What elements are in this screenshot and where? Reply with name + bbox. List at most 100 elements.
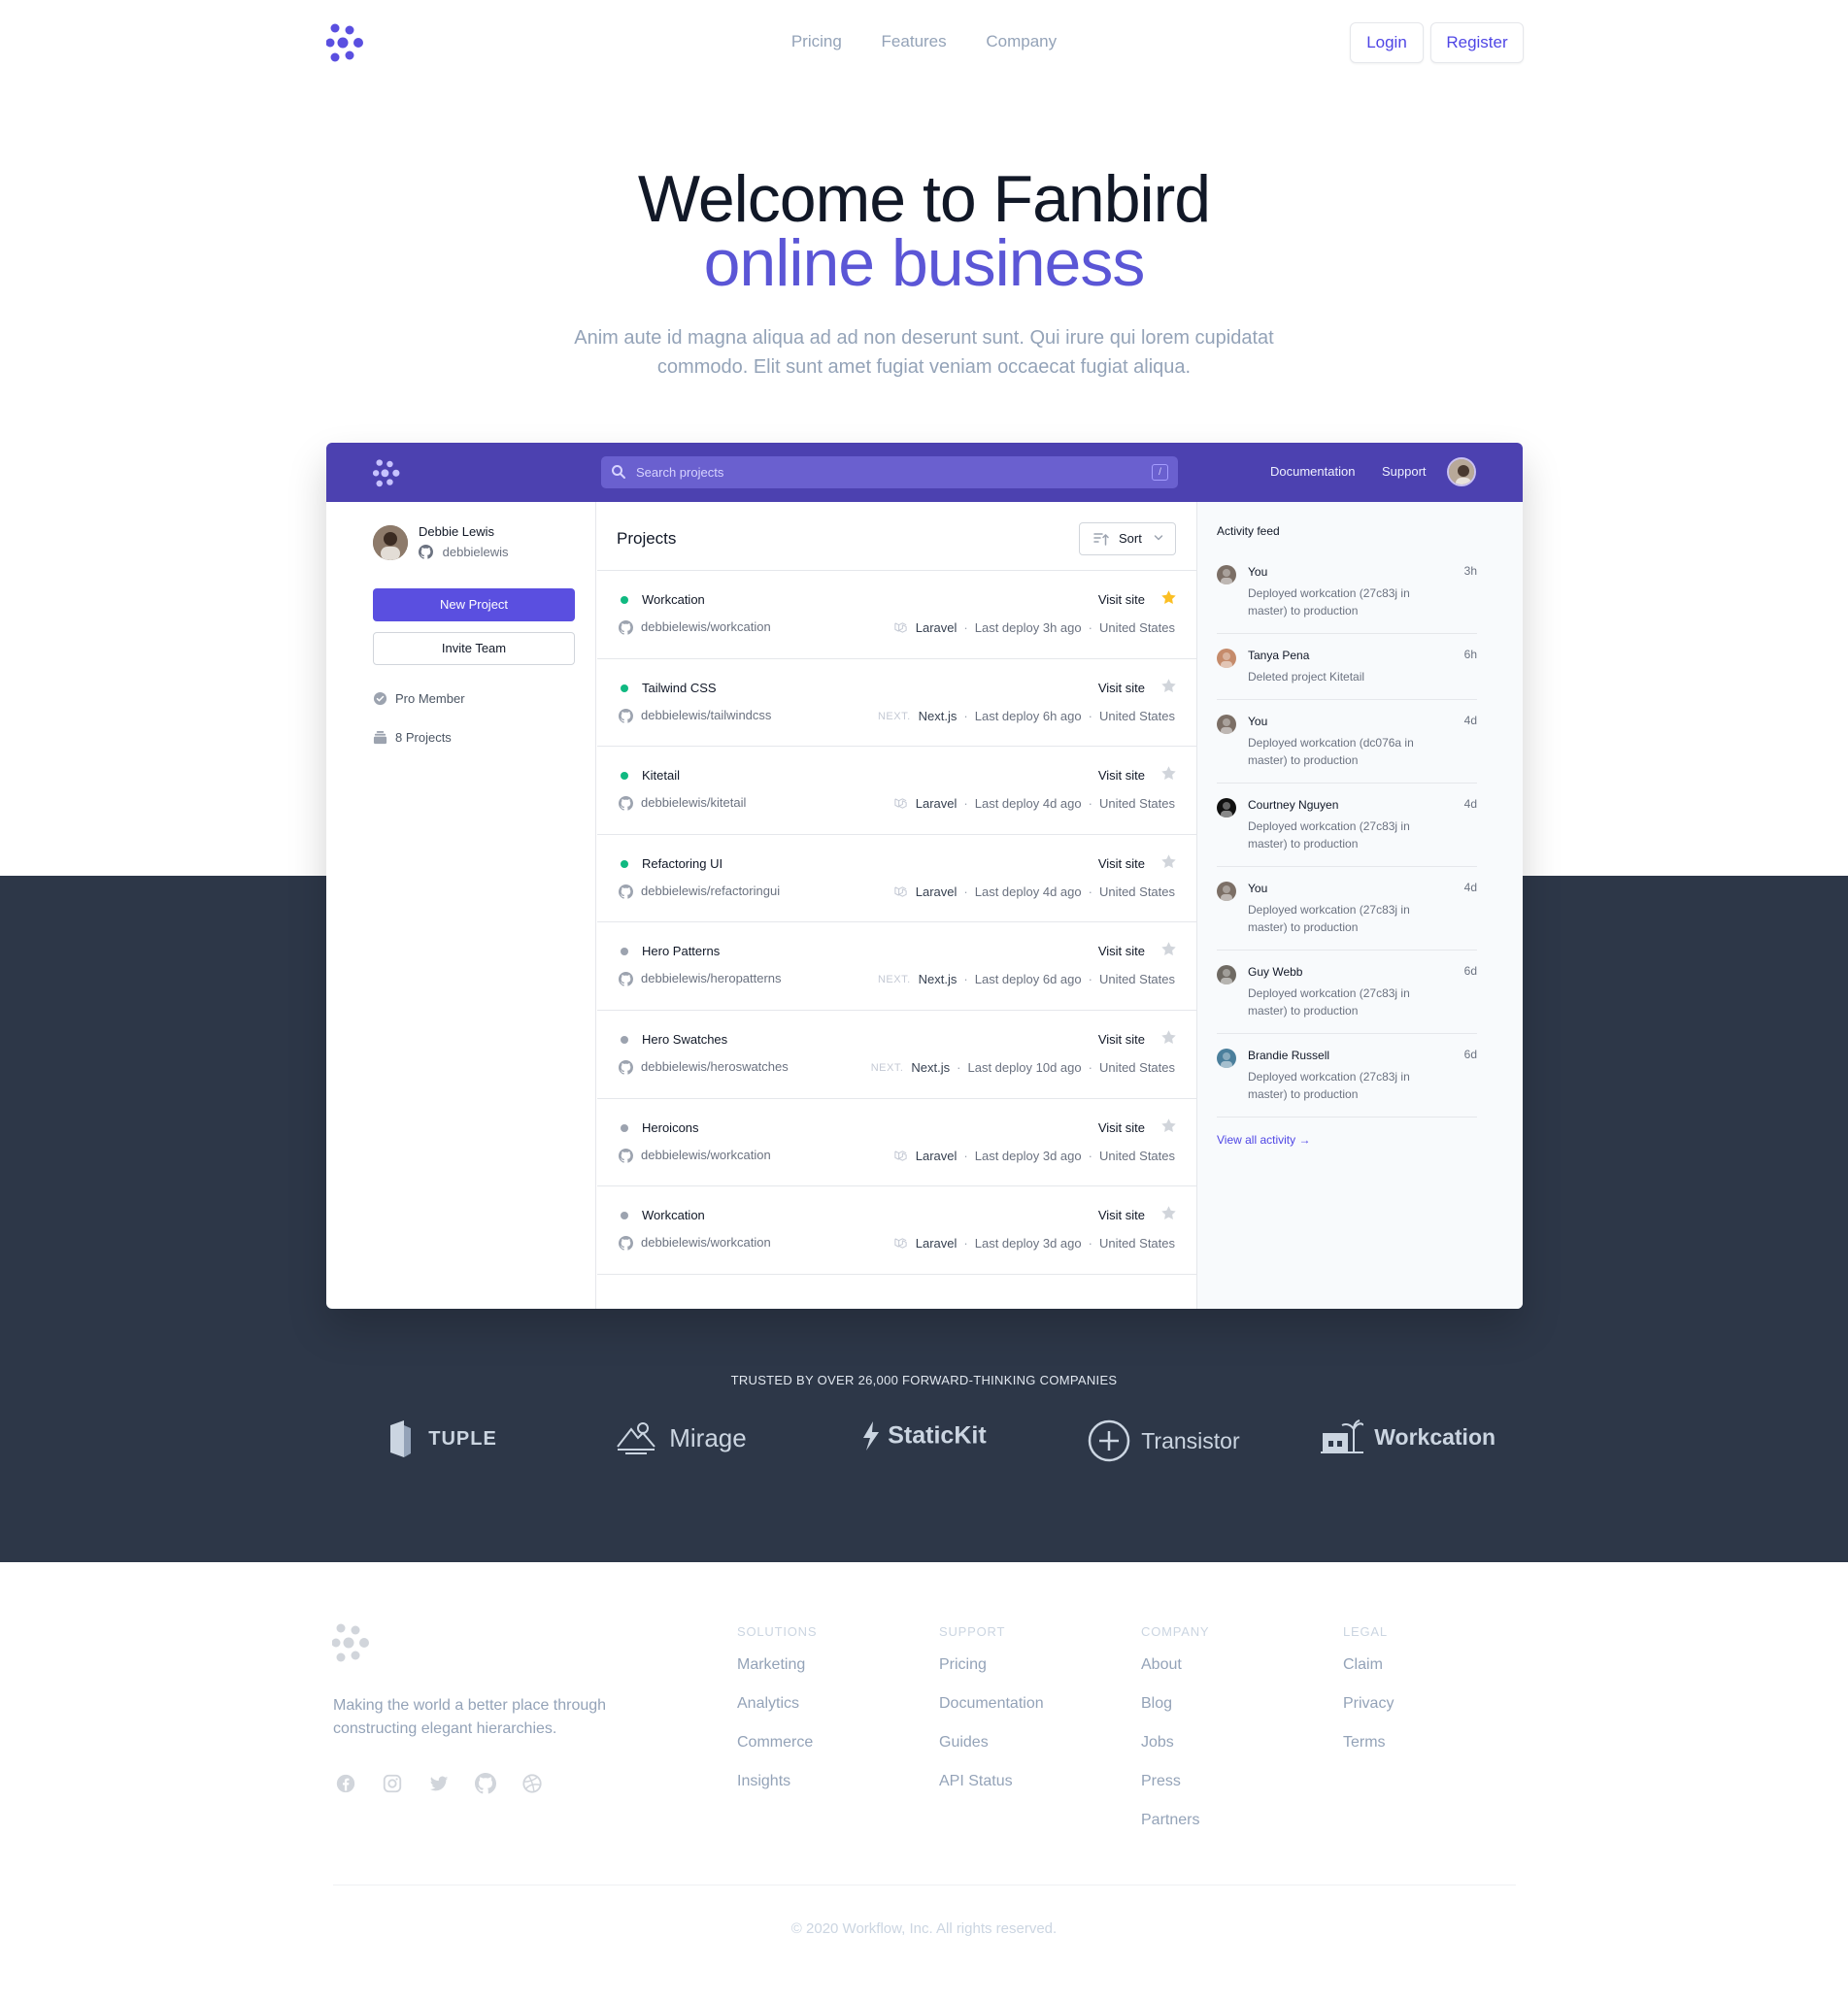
search-input[interactable]: Search projects / bbox=[601, 456, 1178, 488]
project-row[interactable]: Refactoring UI Visit site debbielewis/re… bbox=[597, 835, 1196, 923]
project-name[interactable]: Refactoring UI bbox=[642, 856, 722, 871]
footer-link[interactable]: Documentation bbox=[939, 1695, 1044, 1734]
nav-link-company[interactable]: Company bbox=[986, 32, 1057, 51]
star-icon[interactable] bbox=[1160, 853, 1177, 870]
project-name[interactable]: Heroicons bbox=[642, 1120, 699, 1135]
project-framework: Laravel bbox=[915, 620, 958, 635]
nav-link-features[interactable]: Features bbox=[882, 32, 947, 51]
sort-button[interactable]: Sort bbox=[1079, 522, 1176, 555]
project-row[interactable]: Workcation Visit site debbielewis/workca… bbox=[597, 571, 1196, 659]
project-name[interactable]: Kitetail bbox=[642, 768, 680, 783]
project-name[interactable]: Hero Patterns bbox=[642, 944, 720, 958]
dribbble-icon[interactable] bbox=[521, 1773, 543, 1794]
meta-separator: · bbox=[963, 1236, 968, 1251]
avatar-photo-icon bbox=[1449, 459, 1474, 484]
footer-link[interactable]: Blog bbox=[1141, 1695, 1209, 1734]
facebook-icon[interactable] bbox=[335, 1773, 356, 1794]
project-repo[interactable]: debbielewis/heroswatches bbox=[619, 1059, 789, 1075]
project-row[interactable]: Tailwind CSS Visit site debbielewis/tail… bbox=[597, 659, 1196, 748]
project-repo[interactable]: debbielewis/heropatterns bbox=[619, 971, 782, 987]
github-icon[interactable] bbox=[475, 1773, 496, 1794]
logo-tuple-text: TUPLE bbox=[428, 1427, 497, 1450]
project-repo[interactable]: debbielewis/kitetail bbox=[619, 795, 746, 811]
star-icon[interactable] bbox=[1160, 1205, 1177, 1221]
project-framework: Next.js bbox=[911, 1059, 951, 1075]
star-icon[interactable] bbox=[1160, 765, 1177, 782]
activity-user: Tanya Pena bbox=[1248, 649, 1310, 662]
app-logo-icon[interactable] bbox=[373, 459, 404, 488]
login-button[interactable]: Login bbox=[1350, 22, 1424, 63]
star-icon[interactable] bbox=[1160, 1029, 1177, 1046]
invite-team-button[interactable]: Invite Team bbox=[373, 632, 575, 665]
project-row[interactable]: Hero Swatches Visit site debbielewis/her… bbox=[597, 1011, 1196, 1099]
star-icon[interactable] bbox=[1160, 589, 1177, 606]
twitter-icon[interactable] bbox=[428, 1773, 450, 1794]
footer-link[interactable]: API Status bbox=[939, 1773, 1044, 1812]
star-icon[interactable] bbox=[1160, 1118, 1177, 1134]
footer-link[interactable]: Pricing bbox=[939, 1656, 1044, 1695]
nav-link-pricing[interactable]: Pricing bbox=[791, 32, 842, 51]
activity-item: You 3h Deployed workcation (27c83j in ma… bbox=[1217, 551, 1477, 634]
project-meta: Laravel · Last deploy 3d ago · United States bbox=[893, 1149, 1175, 1163]
project-row[interactable]: Heroicons Visit site debbielewis/workcat… bbox=[597, 1099, 1196, 1187]
footer-link[interactable]: Insights bbox=[737, 1773, 817, 1812]
visit-site-link[interactable]: Visit site bbox=[1098, 1208, 1145, 1222]
footer-link[interactable]: Analytics bbox=[737, 1695, 817, 1734]
project-name[interactable]: Workcation bbox=[642, 1208, 705, 1222]
visit-site-link[interactable]: Visit site bbox=[1098, 944, 1145, 958]
star-icon[interactable] bbox=[1160, 678, 1177, 694]
footer-link[interactable]: Terms bbox=[1343, 1734, 1394, 1773]
visit-site-link[interactable]: Visit site bbox=[1098, 768, 1145, 783]
project-name[interactable]: Hero Swatches bbox=[642, 1032, 727, 1047]
user-handle[interactable]: debbielewis bbox=[419, 545, 509, 559]
user-avatar[interactable] bbox=[373, 525, 408, 560]
view-all-activity-link[interactable]: View all activity → bbox=[1217, 1133, 1310, 1147]
top-navigation: Pricing Features Company Login Register bbox=[0, 0, 1848, 87]
project-repo[interactable]: debbielewis/workcation bbox=[619, 1148, 771, 1163]
activity-text: Deployed workcation (27c83j in master) t… bbox=[1248, 1070, 1410, 1101]
instagram-icon[interactable] bbox=[382, 1773, 403, 1794]
project-repo[interactable]: debbielewis/workcation bbox=[619, 1235, 771, 1251]
footer-link[interactable]: Jobs bbox=[1141, 1734, 1209, 1773]
project-repo-text: debbielewis/workcation bbox=[641, 619, 771, 634]
activity-feed-title: Activity feed bbox=[1217, 524, 1280, 538]
github-icon bbox=[619, 972, 633, 987]
project-repo[interactable]: debbielewis/tailwindcss bbox=[619, 708, 771, 723]
visit-site-link[interactable]: Visit site bbox=[1098, 856, 1145, 871]
footer-link[interactable]: Partners bbox=[1141, 1812, 1209, 1851]
footer-logo-icon[interactable] bbox=[332, 1623, 375, 1664]
project-last-deploy: Last deploy 6d ago bbox=[974, 972, 1082, 987]
visit-site-link[interactable]: Visit site bbox=[1098, 592, 1145, 607]
laravel-icon bbox=[894, 1150, 907, 1161]
avatar-photo-icon bbox=[1217, 882, 1236, 901]
project-framework: Next.js bbox=[918, 972, 958, 987]
project-repo[interactable]: debbielewis/workcation bbox=[619, 619, 771, 635]
project-repo[interactable]: debbielewis/refactoringui bbox=[619, 884, 780, 899]
footer-link[interactable]: Press bbox=[1141, 1773, 1209, 1812]
visit-site-link[interactable]: Visit site bbox=[1098, 1120, 1145, 1135]
new-project-button[interactable]: New Project bbox=[373, 588, 575, 621]
star-icon[interactable] bbox=[1160, 941, 1177, 957]
project-name[interactable]: Tailwind CSS bbox=[642, 681, 717, 695]
documentation-link[interactable]: Documentation bbox=[1270, 464, 1355, 479]
header-avatar[interactable] bbox=[1447, 457, 1476, 486]
project-name[interactable]: Workcation bbox=[642, 592, 705, 607]
project-row[interactable]: Hero Patterns Visit site debbielewis/her… bbox=[597, 922, 1196, 1011]
footer-link[interactable]: Marketing bbox=[737, 1656, 817, 1695]
support-link[interactable]: Support bbox=[1382, 464, 1427, 479]
project-row[interactable]: Workcation Visit site debbielewis/workca… bbox=[597, 1186, 1196, 1275]
footer-link[interactable]: Privacy bbox=[1343, 1695, 1394, 1734]
project-last-deploy: Last deploy 10d ago bbox=[967, 1059, 1082, 1075]
register-button[interactable]: Register bbox=[1430, 22, 1524, 63]
visit-site-link[interactable]: Visit site bbox=[1098, 681, 1145, 695]
footer-link[interactable]: Claim bbox=[1343, 1656, 1394, 1695]
footer-link[interactable]: About bbox=[1141, 1656, 1209, 1695]
footer-link[interactable]: Guides bbox=[939, 1734, 1044, 1773]
projects-header: Projects Sort bbox=[597, 502, 1196, 571]
visit-site-link[interactable]: Visit site bbox=[1098, 1032, 1145, 1047]
project-repo-text: debbielewis/kitetail bbox=[641, 795, 747, 811]
footer-link[interactable]: Commerce bbox=[737, 1734, 817, 1773]
logo-mirage-text: Mirage bbox=[669, 1422, 747, 1452]
hero-title-line2: online business bbox=[703, 226, 1146, 300]
project-row[interactable]: Kitetail Visit site debbielewis/kitetail… bbox=[597, 747, 1196, 835]
